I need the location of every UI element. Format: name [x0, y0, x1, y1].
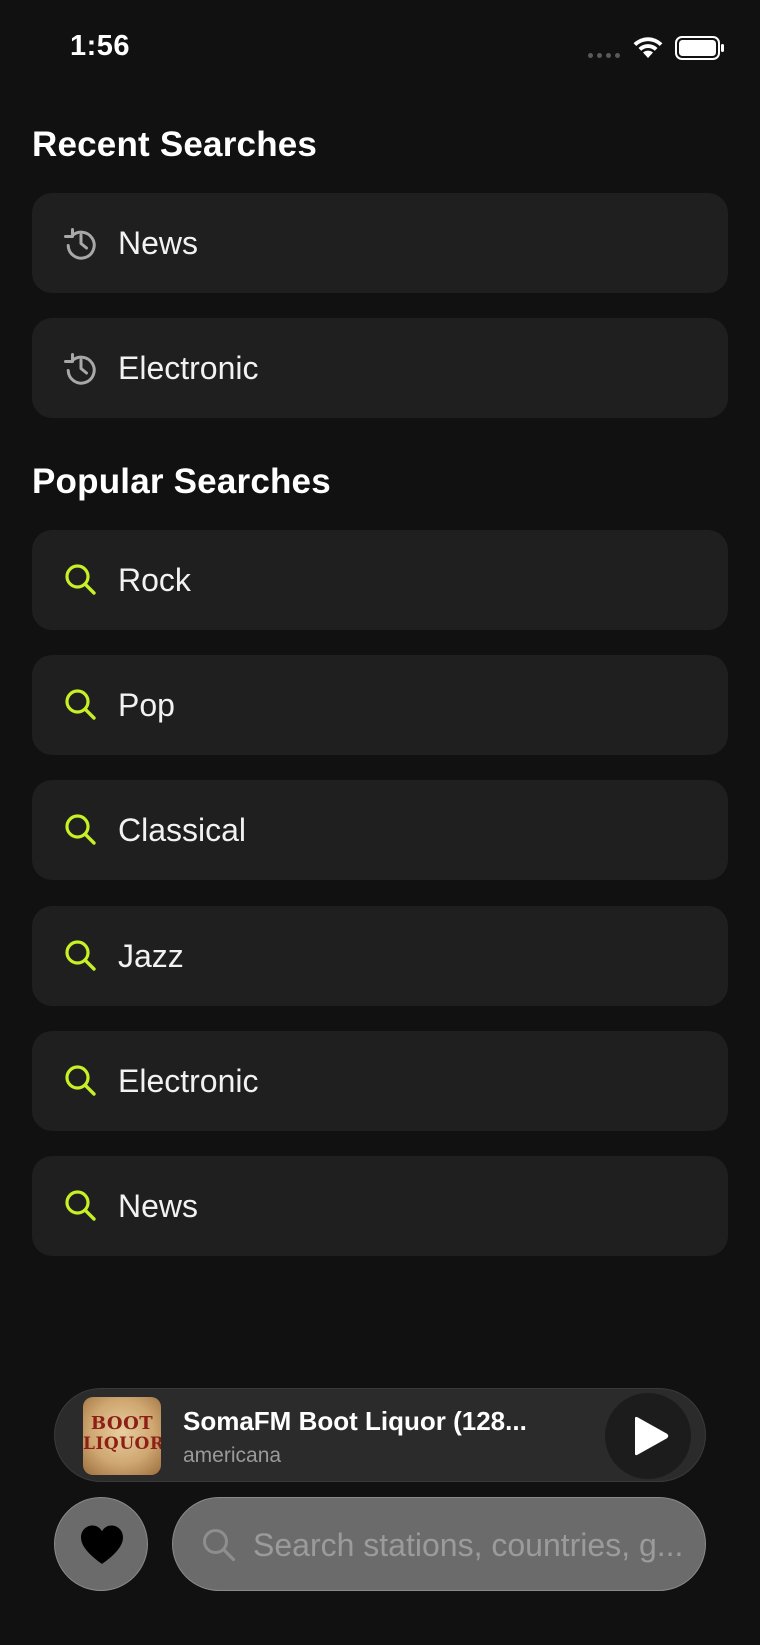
artwork-logo-line2: LIQUOR — [83, 1434, 161, 1454]
mini-player[interactable]: BOOT LIQUOR SomaFM Boot Liquor (128... a… — [54, 1388, 706, 1482]
wifi-icon — [633, 37, 663, 58]
artwork-logo-text: BOOT LIQUOR — [83, 1413, 161, 1455]
popular-search-label: Pop — [118, 687, 175, 723]
search-icon — [65, 1065, 96, 1096]
heart-icon — [81, 1525, 123, 1564]
popular-search-label: Classical — [118, 812, 247, 848]
recent-search-item[interactable]: News — [32, 193, 728, 293]
station-artwork: BOOT LIQUOR — [83, 1397, 161, 1475]
popular-search-label: Jazz — [118, 938, 184, 974]
recent-search-label: News — [118, 225, 199, 261]
status-time: 1:56 — [70, 30, 131, 62]
popular-search-item[interactable]: Classical — [32, 780, 728, 880]
search-icon — [65, 689, 96, 720]
popular-search-label: News — [118, 1188, 199, 1224]
play-icon — [635, 1416, 669, 1456]
popular-search-item[interactable]: Rock — [32, 530, 728, 630]
history-icon — [64, 228, 96, 260]
artwork-logo-line1: BOOT — [90, 1413, 154, 1434]
recent-searches-title: Recent Searches — [32, 125, 318, 164]
now-playing-subtitle: americana — [183, 1444, 282, 1467]
now-playing-title: SomaFM Boot Liquor (128... — [183, 1406, 527, 1436]
popular-searches-title: Popular Searches — [32, 462, 331, 501]
popular-search-item[interactable]: Pop — [32, 655, 728, 755]
popular-search-item[interactable]: Electronic — [32, 1031, 728, 1131]
battery-icon — [675, 36, 724, 60]
search-icon — [65, 814, 96, 845]
search-icon — [65, 1190, 96, 1221]
popular-search-item[interactable]: News — [32, 1156, 728, 1256]
recent-search-item[interactable]: Electronic — [32, 318, 728, 418]
search-bar[interactable] — [172, 1497, 706, 1591]
search-icon — [65, 564, 96, 595]
search-icon — [203, 1529, 236, 1562]
popular-search-item[interactable]: Jazz — [32, 906, 728, 1006]
status-bar: 1:56 — [0, 0, 760, 96]
screen: 1:56 Recent Searches News Electronic Pop… — [0, 0, 760, 1645]
search-icon — [65, 940, 96, 971]
history-icon — [64, 353, 96, 385]
play-button[interactable] — [605, 1393, 691, 1479]
popular-search-label: Electronic — [118, 1063, 259, 1099]
search-input[interactable] — [253, 1498, 693, 1590]
recent-search-label: Electronic — [118, 350, 259, 386]
favorites-button[interactable] — [54, 1497, 148, 1591]
cellular-signal-icon — [588, 53, 620, 58]
popular-search-label: Rock — [118, 562, 191, 598]
